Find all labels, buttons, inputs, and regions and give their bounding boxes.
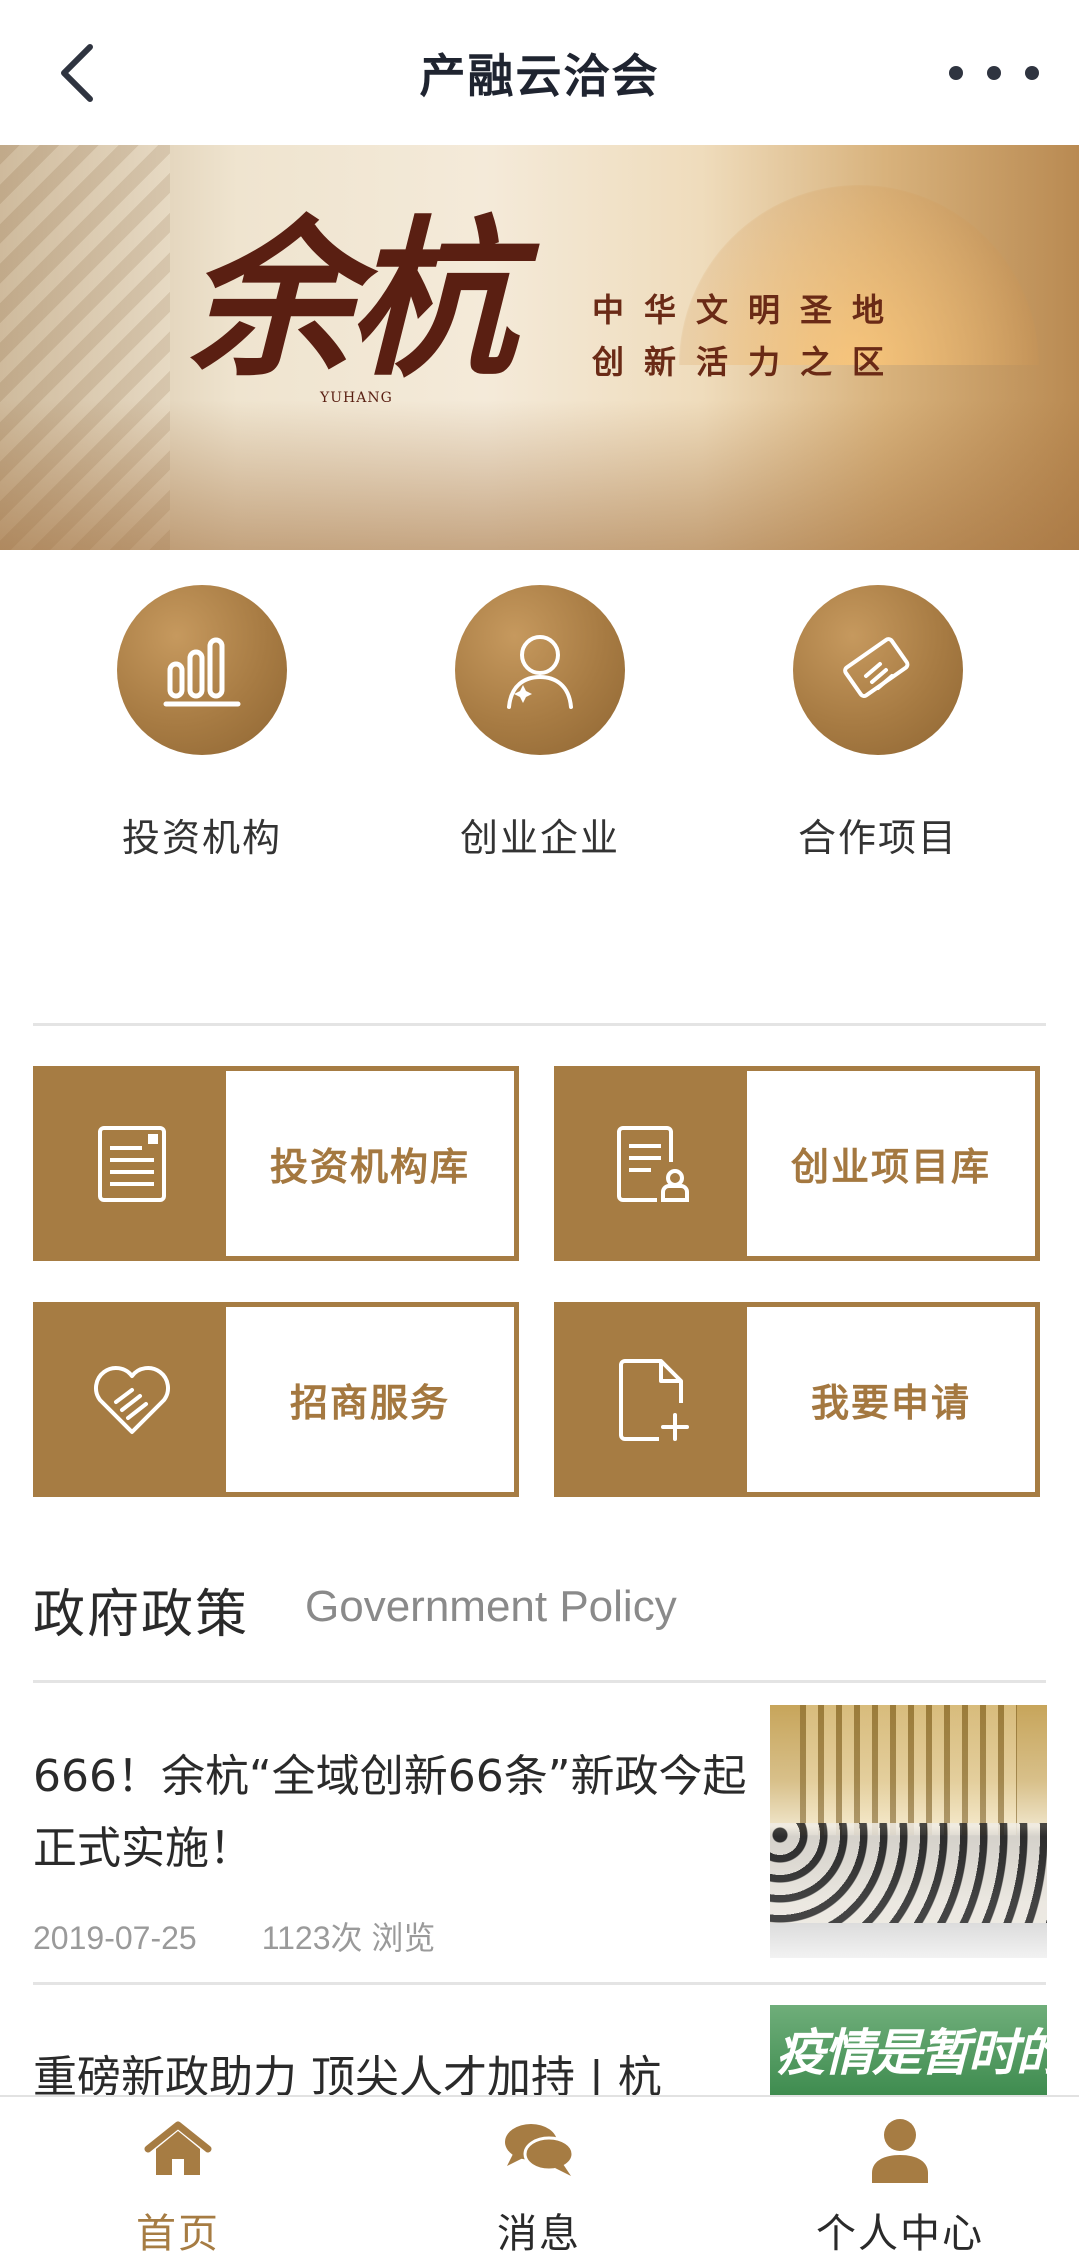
tab-home[interactable]: 首页 — [58, 2097, 298, 2265]
top-navigation-bar: 产融云洽会 — [0, 0, 1079, 145]
quick-nav-cooperation-projects[interactable]: 合作项目 — [748, 585, 1008, 862]
news-thumbnail[interactable]: 疫情是暂时的 — [770, 2005, 1047, 2100]
tile-label: 投资机构库 — [269, 1145, 470, 1189]
policy-section-title: 政府政策 — [33, 1585, 250, 1645]
back-button[interactable] — [46, 38, 106, 108]
news-views: 1123次 浏览 — [261, 1920, 436, 1956]
quick-nav-startups[interactable]: 创业企业 — [410, 585, 670, 862]
news-title[interactable]: 666！余杭“全域创新66条”新政今起正式实施！ — [33, 1741, 753, 1885]
user-icon — [507, 635, 573, 709]
tile-startup-project-library[interactable]: 创业项目库 — [554, 1066, 1040, 1261]
thumbnail-text: 疫情是暂时的 — [776, 2024, 1047, 2082]
bar-chart-icon — [163, 637, 241, 707]
handshake-icon — [843, 637, 910, 698]
tab-label: 消息 — [497, 2211, 581, 2257]
quick-nav-label: 投资机构 — [121, 816, 282, 860]
chat-bubbles-icon — [505, 2124, 575, 2176]
quick-nav-label: 创业企业 — [459, 816, 620, 860]
tile-label: 创业项目库 — [790, 1145, 991, 1189]
news-thumbnail[interactable] — [770, 1705, 1047, 1958]
divider — [33, 1680, 1046, 1683]
quick-nav: 投资机构 创业企业 合作项目 — [0, 585, 1079, 885]
bottom-tab-bar: 首页 消息 个人中心 — [0, 2095, 1079, 2265]
tile-apply[interactable]: 我要申请 — [554, 1302, 1040, 1497]
news-title[interactable]: 重磅新政助力 顶尖人才加持 | 杭 — [33, 2042, 753, 2095]
quick-nav-label: 合作项目 — [797, 816, 958, 860]
banner-slogan-line1: 中华文明圣地 — [592, 291, 905, 329]
document-icon — [98, 1125, 166, 1202]
heart-handshake-icon — [94, 1365, 170, 1434]
person-icon — [872, 2119, 928, 2183]
tile-label: 我要申请 — [810, 1381, 971, 1425]
tile-investment-institution-library[interactable]: 投资机构库 — [33, 1066, 519, 1261]
tab-messages[interactable]: 消息 — [419, 2097, 659, 2265]
page-title: 产融云洽会 — [419, 48, 660, 103]
home-icon — [144, 2121, 212, 2175]
file-add-icon — [619, 1358, 689, 1441]
tab-profile[interactable]: 个人中心 — [780, 2097, 1020, 2265]
tab-label: 个人中心 — [816, 2211, 984, 2257]
news-date: 2019-07-25 — [33, 1920, 197, 1956]
document-person-icon — [617, 1125, 689, 1202]
more-options-button[interactable] — [949, 48, 1039, 98]
banner-calligraphy: 余杭 — [185, 200, 517, 400]
hero-banner[interactable]: 余杭 YUHANG 中华文明圣地 创新活力之区 — [0, 145, 1079, 550]
divider — [33, 1023, 1046, 1026]
chevron-left-icon — [61, 44, 93, 102]
tab-label: 首页 — [136, 2211, 220, 2257]
more-dots-icon — [949, 66, 963, 80]
news-meta: 2019-07-25 1123次 浏览 — [33, 1913, 435, 1959]
banner-slogan-line2: 创新活力之区 — [592, 343, 905, 381]
quick-nav-investment-institutions[interactable]: 投资机构 — [72, 585, 332, 862]
policy-section-subtitle: Government Policy — [305, 1582, 677, 1631]
banner-english-text: YUHANG — [320, 390, 393, 406]
tile-label: 招商服务 — [289, 1381, 450, 1425]
divider — [33, 1982, 1046, 1985]
tile-investment-services[interactable]: 招商服务 — [33, 1302, 519, 1497]
